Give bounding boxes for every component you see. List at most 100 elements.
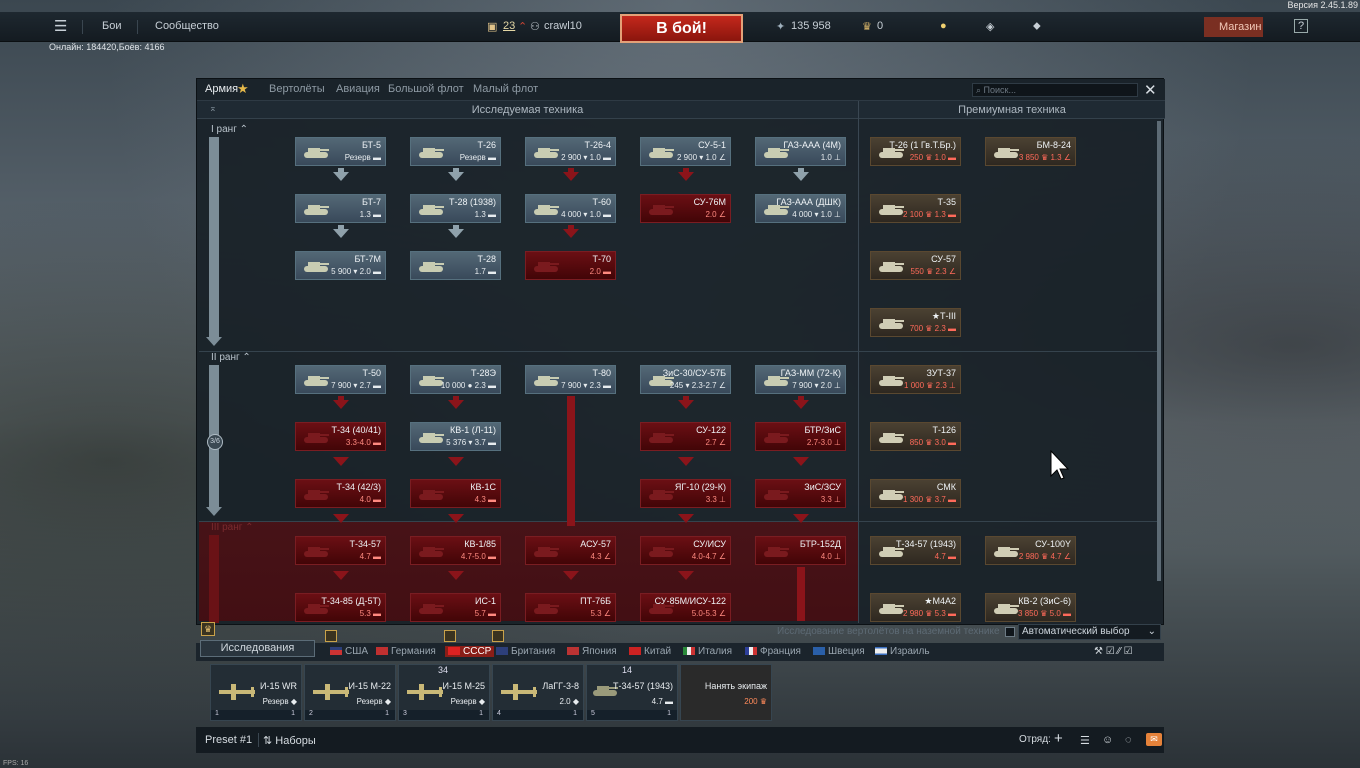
tab-aviation[interactable]: Авиация (336, 83, 380, 95)
premium-vehicle-card[interactable]: СУ-57 550 ♛ 2.3 ∠ (870, 251, 961, 280)
tree-vehicle-card[interactable]: Т-50 7 900 ▾ 2.7 ▬ (295, 365, 386, 394)
vehicle-name: ПТ-76Б (580, 596, 611, 606)
player-name[interactable]: crawl10 (544, 20, 582, 32)
tree-vehicle-card[interactable]: Т-28 1.7 ▬ (410, 251, 501, 280)
heli-research-checkbox[interactable] (1005, 627, 1015, 637)
premium-vehicle-card[interactable]: Т-126 850 ♛ 3.0 ▬ (870, 422, 961, 451)
tree-vehicle-card[interactable]: Т-34 (42/3) 4.0 ▬ (295, 479, 386, 508)
premium-vehicle-card[interactable]: ★Т-III 700 ♛ 2.3 ▬ (870, 308, 961, 337)
collapse-icon[interactable]: ⌅ (209, 103, 217, 114)
tree-vehicle-card[interactable]: Т-26-4 2 900 ▾ 1.0 ▬ (525, 137, 616, 166)
tree-vehicle-card[interactable]: АСУ-57 4.3 ∠ (525, 536, 616, 565)
tree-vehicle-card[interactable]: Т-26 Резерв ▬ (410, 137, 501, 166)
tree-vehicle-card[interactable]: Т-34 (40/41) 3.3-4.0 ▬ (295, 422, 386, 451)
tree-vehicle-card[interactable]: СУ-122 2.7 ∠ (640, 422, 731, 451)
tree-vehicle-card[interactable]: СУ/ИСУ 4.0-4.7 ∠ (640, 536, 731, 565)
rank-1-label[interactable]: I ранг ⌃ (211, 124, 248, 135)
tree-vehicle-card[interactable]: ЗиС/ЗСУ 3.3 ⊥ (755, 479, 846, 508)
shop-button[interactable]: Магазин (1204, 17, 1263, 37)
rank-2-label[interactable]: II ранг ⌃ (211, 352, 251, 363)
auto-select-dropdown[interactable]: Автоматический выбор ⌄ (1018, 624, 1161, 640)
crew-slot[interactable]: И-15 М-22 Резерв ◆ 2 1 (304, 664, 396, 721)
preset-selector[interactable]: Preset #1 (205, 734, 252, 746)
tree-vehicle-card[interactable]: ПТ-76Б 5.3 ∠ (525, 593, 616, 622)
vehicle-name: СМК (936, 482, 956, 492)
tree-vehicle-card[interactable]: БТР-152Д 4.0 ⊥ (755, 536, 846, 565)
research-button[interactable]: Исследования (200, 640, 315, 657)
battles-menu[interactable]: Бои (102, 20, 121, 32)
rank-3-label[interactable]: III ранг ⌃ (211, 522, 254, 533)
tree-vehicle-card[interactable]: БТР/ЗиС 2.7-3.0 ⊥ (755, 422, 846, 451)
tree-vehicle-card[interactable]: Т-80 7 900 ▾ 2.3 ▬ (525, 365, 616, 394)
premium-vehicle-card[interactable]: ★М4А2 2 980 ♛ 5.3 ▬ (870, 593, 961, 622)
coupon-icon[interactable]: ⬥ (1033, 20, 1041, 33)
tree-vehicle-card[interactable]: СУ-76М 2.0 ∠ (640, 194, 731, 223)
tree-vehicle-card[interactable]: Т-34-85 (Д-5Т) 5.3 ▬ (295, 593, 386, 622)
list-icon[interactable]: ☰ (1080, 734, 1090, 747)
nation-usa[interactable]: США (330, 646, 368, 657)
tree-vehicle-card[interactable]: Т-28Э 10 000 ● 2.3 ▬ (410, 365, 501, 394)
tree-vehicle-card[interactable]: ГАЗ-ААА (4М) 1.0 ⊥ (755, 137, 846, 166)
scrollbar[interactable] (1157, 121, 1161, 581)
nation-japan[interactable]: Япония (567, 646, 617, 657)
premium-vehicle-card[interactable]: Т-34-57 (1943) 4.7 ▬ (870, 536, 961, 565)
tab-helicopters[interactable]: Вертолёты (269, 83, 325, 95)
avatar[interactable]: ▣ (487, 20, 497, 33)
tree-vehicle-card[interactable]: Т-28 (1938) 1.3 ▬ (410, 194, 501, 223)
menu-icon[interactable]: ☰ (54, 17, 67, 35)
premium-vehicle-card[interactable]: ЗУТ-37 1 000 ♛ 2.3 ⊥ (870, 365, 961, 394)
help-icon[interactable]: ? (1294, 19, 1309, 33)
premium-vehicle-card[interactable]: БМ-8-24 3 850 ♛ 1.3 ∠ (985, 137, 1076, 166)
crew-slot[interactable]: Нанять экипаж 200 ♛ (680, 664, 772, 721)
premium-vehicle-card[interactable]: СМК 1 300 ♛ 3.7 ▬ (870, 479, 961, 508)
premium-vehicle-card[interactable]: СУ-100Y 2 980 ♛ 4.7 ∠ (985, 536, 1076, 565)
contacts-icon[interactable]: ☺ (1102, 734, 1113, 746)
nation-france[interactable]: Франция (745, 646, 801, 657)
add-squad-icon[interactable]: + (1054, 730, 1063, 747)
vehicle-name: Т-26 (477, 140, 496, 150)
tree-vehicle-card[interactable]: СУ-5-1 2 900 ▾ 1.0 ∠ (640, 137, 731, 166)
nation-china[interactable]: Китай (629, 646, 671, 657)
tree-vehicle-card[interactable]: Т-70 2.0 ▬ (525, 251, 616, 280)
premium-vehicle-card[interactable]: Т-26 (1 Гв.Т.Бр.) 250 ♛ 1.0 ▬ (870, 137, 961, 166)
premium-vehicle-card[interactable]: КВ-2 (ЗиС-6) 3 850 ♛ 5.0 ▬ (985, 593, 1076, 622)
tree-vehicle-card[interactable]: ЗиС-30/СУ-57Б 245 ▾ 2.3-2.7 ∠ (640, 365, 731, 394)
community-menu[interactable]: Сообщество (155, 20, 219, 32)
decals-icon[interactable]: ◈ (986, 20, 994, 33)
tree-vehicle-card[interactable]: БТ-7 1.3 ▬ (295, 194, 386, 223)
tree-vehicle-card[interactable]: ГАЗ-ММ (72-К) 7 900 ▾ 2.0 ⊥ (755, 365, 846, 394)
nation-israel[interactable]: Израиль (875, 646, 930, 657)
nation-sweden[interactable]: Швеция (813, 646, 865, 657)
lightbulb-icon[interactable]: ● (940, 20, 947, 32)
nation-germany[interactable]: Германия (376, 646, 436, 657)
tree-vehicle-card[interactable]: СУ-85М/ИСУ-122 5.0-5.3 ∠ (640, 593, 731, 622)
tree-vehicle-card[interactable]: ГАЗ-ААА (ДШК) 4 000 ▾ 1.0 ⊥ (755, 194, 846, 223)
search-input[interactable]: ⌕ Поиск... (972, 83, 1138, 97)
tab-coastal-fleet[interactable]: Малый флот (473, 83, 538, 95)
chat-icon[interactable]: ◌ (1125, 734, 1132, 746)
nation-ussr[interactable]: СССР (445, 646, 495, 657)
crew-slot[interactable]: ЛаГГ-3-8 2.0 ◆ 4 1 (492, 664, 584, 721)
nation-italy[interactable]: Италия (683, 646, 732, 657)
nation-britain[interactable]: Британия (496, 646, 555, 657)
premium-vehicle-card[interactable]: Т-35 2 100 ♛ 1.3 ▬ (870, 194, 961, 223)
tree-vehicle-card[interactable]: ИС-1 5.7 ▬ (410, 593, 501, 622)
tree-vehicle-card[interactable]: ЯГ-10 (29-К) 3.3 ⊥ (640, 479, 731, 508)
sets-button[interactable]: ⇅ Наборы (263, 734, 316, 747)
battle-button[interactable]: В бой! (620, 14, 743, 43)
tree-vehicle-card[interactable]: КВ-1/85 4.7-5.0 ▬ (410, 536, 501, 565)
tree-vehicle-card[interactable]: КВ-1С 4.3 ▬ (410, 479, 501, 508)
tree-vehicle-card[interactable]: Т-34-57 4.7 ▬ (295, 536, 386, 565)
tab-army[interactable]: Армия (205, 83, 238, 95)
tab-bluewater-fleet[interactable]: Большой флот (388, 83, 464, 95)
crew-slot[interactable]: И-15 WR Резерв ◆ 1 1 (210, 664, 302, 721)
tank-icon (877, 599, 905, 617)
tree-vehicle-card[interactable]: КВ-1 (Л-11) 5 376 ▾ 3.7 ▬ (410, 422, 501, 451)
mail-icon[interactable]: ✉ (1146, 733, 1162, 746)
tree-vehicle-card[interactable]: БТ-5 Резерв ▬ (295, 137, 386, 166)
tank-icon (647, 200, 675, 218)
close-icon[interactable]: ✕ (1144, 81, 1157, 99)
tree-vehicle-card[interactable]: Т-60 4 000 ▾ 1.0 ▬ (525, 194, 616, 223)
tree-vehicle-card[interactable]: БТ-7М 5 900 ▾ 2.0 ▬ (295, 251, 386, 280)
wrench-icon[interactable]: ⚒ ☑ ⁄⁄ ☑ (1094, 646, 1133, 657)
